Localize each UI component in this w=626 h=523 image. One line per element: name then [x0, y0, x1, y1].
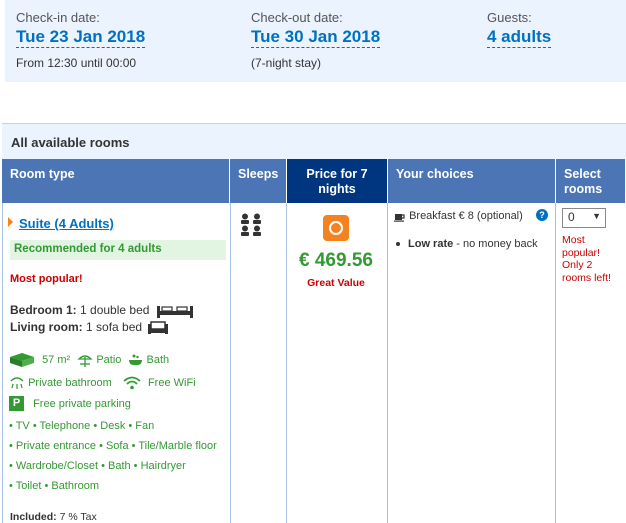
expand-arrow-icon[interactable]: [8, 217, 13, 227]
header-select-rooms: Select rooms: [556, 159, 626, 203]
facility-private-bathroom: Private bathroom: [28, 377, 112, 389]
checkin-time: From 12:30 until 00:00: [16, 56, 137, 70]
bed-line-living-room: Living room: 1 sofa bed: [10, 320, 169, 335]
breakfast-text: Breakfast € 8 (optional): [409, 210, 523, 222]
amenities-line: • Wardrobe/Closet • Bath • Hairdryer: [9, 460, 186, 472]
bed-room-name: Living room:: [10, 320, 83, 334]
room-name-link[interactable]: Suite (4 Adults): [19, 216, 114, 231]
included-value: 7 % Tax: [59, 511, 97, 523]
bath-icon: [129, 354, 143, 365]
checkout-label: Check-out date:: [251, 10, 343, 25]
low-rate-text: - no money back: [453, 238, 538, 250]
parking-icon: P: [9, 396, 24, 411]
rooms-left-note: Most popular! Only 2 rooms left!: [562, 234, 612, 284]
recommended-badge: Recommended for 4 adults: [10, 240, 226, 260]
chevron-down-icon: ▼: [592, 211, 601, 221]
guests-link[interactable]: 4 adults: [487, 27, 552, 48]
facility-patio: Patio: [96, 354, 122, 366]
shower-icon: [10, 377, 24, 389]
rooms-section-title: All available rooms: [2, 123, 626, 159]
stay-length: (7-night stay): [251, 56, 322, 70]
header-choices: Your choices: [388, 159, 556, 203]
guests-label: Guests:: [487, 10, 532, 25]
breakfast-option: Breakfast € 8 (optional): [394, 210, 523, 222]
facility-wifi: Free WiFi: [147, 377, 196, 389]
sleeps-icon: [241, 213, 261, 236]
most-popular-label: Most popular!: [10, 273, 83, 285]
room-quantity-select[interactable]: 0 ▼: [562, 208, 606, 228]
facilities-row-3: P Free private parking: [9, 396, 131, 411]
checkin-block: Check-in date: Tue 23 Jan 2018 From 12:3…: [16, 10, 146, 70]
included-label: Included:: [10, 511, 57, 523]
room-size-icon: [10, 353, 34, 367]
bed-line-bedroom: Bedroom 1: 1 double bed: [10, 303, 194, 318]
double-bed-icon: [156, 305, 193, 318]
facilities-row-1: 57 m² Patio Bath: [9, 352, 169, 368]
included-tax: Included: 7 % Tax: [10, 511, 97, 523]
low-rate-item: Low rate - no money back: [396, 237, 546, 251]
bed-desc: 1 sofa bed: [86, 320, 143, 334]
room-quantity-value: 0: [568, 210, 575, 224]
facility-bath: Bath: [146, 354, 170, 366]
price-amount: € 469.56: [299, 250, 373, 271]
select-cell: 0 ▼ Most popular! Only 2 rooms left!: [556, 203, 626, 523]
room-size: 57 m²: [42, 354, 71, 366]
header-sleeps: Sleeps: [230, 159, 287, 203]
sofa-bed-icon: [148, 321, 169, 335]
price-cell: € 469.56 Great Value: [287, 203, 388, 523]
value-badge-icon: [323, 215, 349, 241]
patio-icon: [77, 354, 93, 367]
checkin-label: Check-in date:: [16, 10, 100, 25]
amenities-line: • Toilet • Bathroom: [9, 480, 100, 492]
choices-cell: Breakfast € 8 (optional) ? Low rate - no…: [388, 203, 556, 523]
room-row: Suite (4 Adults) Recommended for 4 adult…: [2, 203, 626, 523]
checkin-date-link[interactable]: Tue 23 Jan 2018: [16, 27, 146, 48]
facilities-row-2: Private bathroom Free WiFi: [9, 376, 196, 390]
help-icon[interactable]: ?: [536, 209, 548, 221]
amenities-line: • Private entrance • Sofa • Tile/Marble …: [9, 440, 217, 452]
sleeps-cell: [231, 203, 287, 523]
bed-room-name: Bedroom 1:: [10, 303, 77, 317]
checkout-block: Check-out date: Tue 30 Jan 2018 (7-night…: [251, 10, 381, 70]
rooms-table-header: Room type Sleeps Price for 7 nights Your…: [2, 159, 626, 203]
facility-parking: Free private parking: [33, 397, 131, 410]
guests-block: Guests: 4 adults: [487, 10, 552, 48]
checkout-date-link[interactable]: Tue 30 Jan 2018: [251, 27, 381, 48]
coffee-icon: [394, 213, 405, 222]
bed-desc: 1 double bed: [80, 303, 150, 317]
wifi-icon: [123, 376, 141, 390]
room-type-cell: Suite (4 Adults) Recommended for 4 adult…: [2, 203, 231, 523]
low-rate-label: Low rate: [408, 238, 454, 250]
search-summary-bar: Check-in date: Tue 23 Jan 2018 From 12:3…: [5, 0, 626, 82]
header-price: Price for 7 nights: [287, 159, 388, 203]
header-room-type: Room type: [2, 159, 230, 203]
great-value-label: Great Value: [307, 277, 365, 289]
amenities-line: • TV • Telephone • Desk • Fan: [9, 420, 155, 432]
